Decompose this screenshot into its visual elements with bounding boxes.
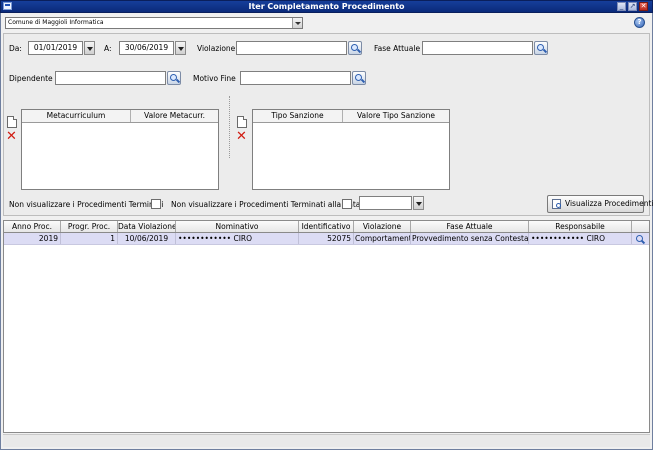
delete-x-icon[interactable]: ✕ bbox=[236, 130, 247, 143]
violazione-label: Violazione bbox=[197, 44, 236, 53]
column-header-responsabile[interactable]: Responsabile bbox=[529, 221, 632, 232]
app-icon bbox=[3, 2, 12, 10]
visualizza-procedimenti-button[interactable]: Visualizza Procedimenti bbox=[547, 195, 653, 213]
company-select[interactable]: Comune di Maggioli Informatica bbox=[5, 17, 303, 29]
cell-fase-attuale: Provvedimento senza Contestazione bbox=[412, 233, 529, 244]
column-header-valore-tipo-sanzione[interactable]: Valore Tipo Sanzione bbox=[343, 110, 449, 122]
column-header-identificativo[interactable]: Identificativo bbox=[299, 221, 354, 232]
column-header-progr-proc[interactable]: Progr. Proc. bbox=[61, 221, 118, 232]
document-search-icon bbox=[552, 199, 561, 209]
metacurriculum-table[interactable]: Metacurriculum Valore Metacurr. bbox=[21, 109, 219, 190]
no-terminati-data-label: Non visualizzare i Procedimenti Terminat… bbox=[171, 200, 361, 209]
a-date-field[interactable]: 30/06/2019 bbox=[119, 41, 174, 55]
procedimenti-grid[interactable]: Anno Proc. Progr. Proc. Data Violazione … bbox=[3, 220, 650, 433]
status-bar bbox=[3, 434, 650, 447]
column-header-anno-proc[interactable]: Anno Proc. bbox=[4, 221, 61, 232]
cell-nominativo: •••••••••••• CIRO bbox=[176, 233, 299, 244]
chevron-down-icon[interactable] bbox=[292, 18, 302, 28]
violazione-search-icon[interactable] bbox=[348, 41, 362, 55]
da-date-field[interactable]: 01/01/2019 bbox=[28, 41, 83, 55]
column-header-data-violazione[interactable]: Data Violazione bbox=[118, 221, 176, 232]
cell-data-violazione: 10/06/2019 bbox=[118, 233, 176, 244]
motivo-search-icon[interactable] bbox=[352, 71, 366, 85]
cell-identificativo: 52075 bbox=[299, 233, 354, 244]
maximize-button[interactable]: ↗ bbox=[628, 2, 637, 11]
close-button[interactable]: ✕ bbox=[639, 2, 648, 11]
fase-attuale-field[interactable] bbox=[422, 41, 533, 55]
grid-header: Anno Proc. Progr. Proc. Data Violazione … bbox=[4, 221, 649, 233]
table-row[interactable]: 2019 1 10/06/2019 •••••••••••• CIRO 5207… bbox=[4, 233, 649, 245]
row-detail-search-icon[interactable] bbox=[635, 234, 646, 244]
cell-responsabile: •••••••••••• CIRO bbox=[529, 233, 632, 244]
no-terminati-label: Non visualizzare i Procedimenti Terminat… bbox=[9, 200, 164, 209]
tipo-sanzione-table[interactable]: Tipo Sanzione Valore Tipo Sanzione bbox=[252, 109, 450, 190]
new-document-icon[interactable] bbox=[7, 116, 17, 128]
no-terminati-data-checkbox[interactable] bbox=[342, 199, 352, 209]
a-calendar-dropdown[interactable] bbox=[175, 41, 186, 55]
title-bar: Iter Completamento Procedimento bbox=[0, 0, 653, 13]
company-select-value: Comune di Maggioli Informatica bbox=[8, 19, 104, 26]
motivo-fine-field[interactable] bbox=[240, 71, 351, 85]
column-header-metacurriculum[interactable]: Metacurriculum bbox=[22, 110, 131, 122]
column-header-tipo-sanzione[interactable]: Tipo Sanzione bbox=[253, 110, 343, 122]
cell-violazione: Comportamenti n bbox=[355, 233, 411, 244]
violazione-field[interactable] bbox=[236, 41, 347, 55]
terminati-date-field[interactable] bbox=[359, 196, 412, 210]
tipo-sanzione-table-header: Tipo Sanzione Valore Tipo Sanzione bbox=[253, 110, 449, 123]
dipendente-field[interactable] bbox=[55, 71, 166, 85]
da-label: Da: bbox=[9, 44, 22, 53]
cell-anno-proc: 2019 bbox=[4, 233, 61, 244]
fase-label: Fase Attuale bbox=[374, 44, 421, 53]
panel-splitter[interactable] bbox=[229, 96, 231, 158]
motivo-fine-label: Motivo Fine bbox=[193, 74, 236, 83]
new-document-icon[interactable] bbox=[237, 116, 247, 128]
minimize-button[interactable]: _ bbox=[617, 2, 626, 11]
a-label: A: bbox=[104, 44, 112, 53]
da-calendar-dropdown[interactable] bbox=[84, 41, 95, 55]
terminati-date-dropdown[interactable] bbox=[413, 196, 424, 210]
column-header-fase-attuale[interactable]: Fase Attuale bbox=[411, 221, 529, 232]
no-terminati-checkbox[interactable] bbox=[151, 199, 161, 209]
help-icon[interactable]: ? bbox=[634, 17, 645, 28]
metacurriculum-table-header: Metacurriculum Valore Metacurr. bbox=[22, 110, 218, 123]
column-header-violazione[interactable]: Violazione bbox=[354, 221, 411, 232]
fase-search-icon[interactable] bbox=[534, 41, 548, 55]
delete-x-icon[interactable]: ✕ bbox=[6, 130, 17, 143]
column-header-actions bbox=[632, 221, 649, 232]
cell-progr-proc: 1 bbox=[61, 233, 118, 244]
dipendente-search-icon[interactable] bbox=[167, 71, 181, 85]
dipendente-label: Dipendente bbox=[9, 74, 53, 83]
column-header-nominativo[interactable]: Nominativo bbox=[176, 221, 299, 232]
column-header-valore-metacurr[interactable]: Valore Metacurr. bbox=[131, 110, 218, 122]
window-title: Iter Completamento Procedimento bbox=[248, 2, 405, 11]
